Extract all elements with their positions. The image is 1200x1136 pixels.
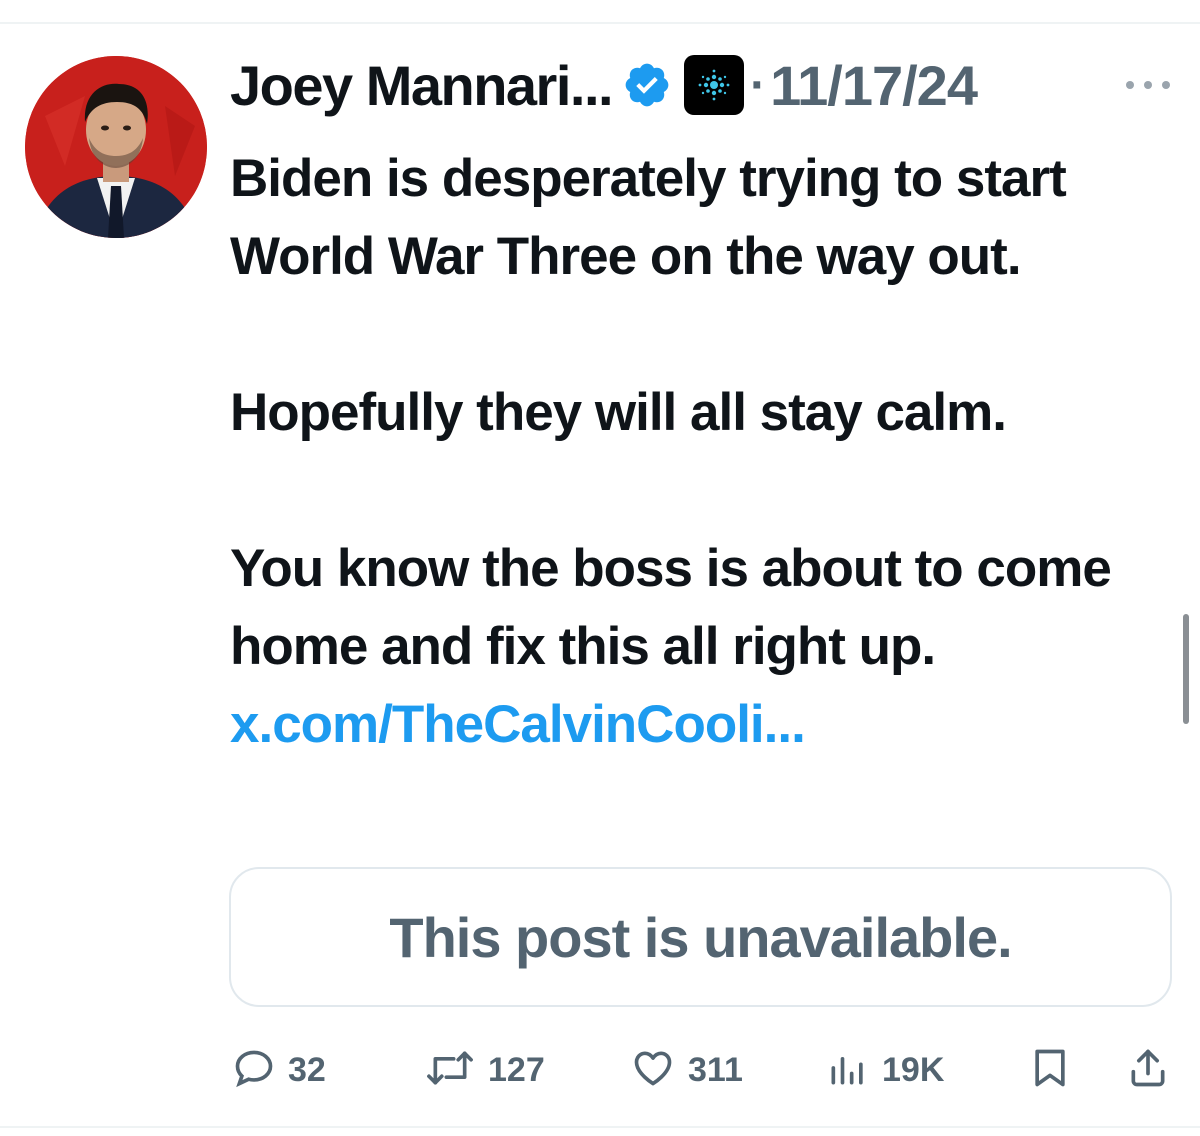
repost-icon — [424, 1046, 476, 1095]
reply-button[interactable]: 32 — [232, 1040, 326, 1100]
affiliate-badge-icon[interactable] — [684, 55, 745, 115]
bottom-divider — [0, 1126, 1200, 1128]
post-paragraph-2: Hopefully they will all stay calm. — [230, 383, 1007, 442]
like-count: 311 — [688, 1050, 743, 1089]
post-paragraph-1: Biden is desperately trying to start Wor… — [230, 149, 1067, 286]
separator-dot: · — [750, 58, 767, 112]
post-link[interactable]: x.com/TheCalvinCooli... — [230, 695, 806, 754]
post-view: Joey Mannari... · 11/17/24 Biden is desp… — [0, 0, 1200, 1136]
bookmark-button[interactable] — [1028, 1040, 1072, 1100]
post-header: Joey Mannari... · 11/17/24 — [230, 52, 978, 118]
views-button[interactable]: 19K — [826, 1040, 944, 1100]
views-chart-icon — [826, 1046, 870, 1095]
like-button[interactable]: 311 — [630, 1040, 743, 1100]
action-bar: 32 127 311 19K — [0, 1040, 1200, 1100]
verified-badge-icon[interactable] — [622, 60, 672, 110]
quoted-post-card[interactable]: This post is unavailable. — [229, 867, 1172, 1007]
quoted-post-unavailable-message: This post is unavailable. — [389, 905, 1012, 969]
more-options-icon[interactable] — [1126, 70, 1170, 100]
post-paragraph-3: You know the boss is about to come home … — [230, 530, 1170, 764]
post-body: Biden is desperately trying to start Wor… — [230, 140, 1170, 764]
reply-icon — [232, 1046, 276, 1095]
heart-icon — [630, 1046, 676, 1095]
bookmark-icon — [1028, 1045, 1072, 1096]
views-count: 19K — [882, 1050, 945, 1089]
post-paragraph-3-text: You know the boss is about to come home … — [230, 539, 1112, 676]
top-divider — [0, 22, 1200, 24]
post-timestamp[interactable]: 11/17/24 — [770, 53, 978, 118]
share-button[interactable] — [1126, 1040, 1170, 1100]
repost-button[interactable]: 127 — [424, 1040, 545, 1100]
scrollbar-thumb[interactable] — [1183, 614, 1189, 724]
avatar[interactable] — [25, 56, 207, 238]
reply-count: 32 — [288, 1050, 326, 1089]
repost-count: 127 — [488, 1050, 545, 1089]
display-name[interactable]: Joey Mannari... — [230, 53, 614, 118]
share-icon — [1126, 1045, 1170, 1096]
